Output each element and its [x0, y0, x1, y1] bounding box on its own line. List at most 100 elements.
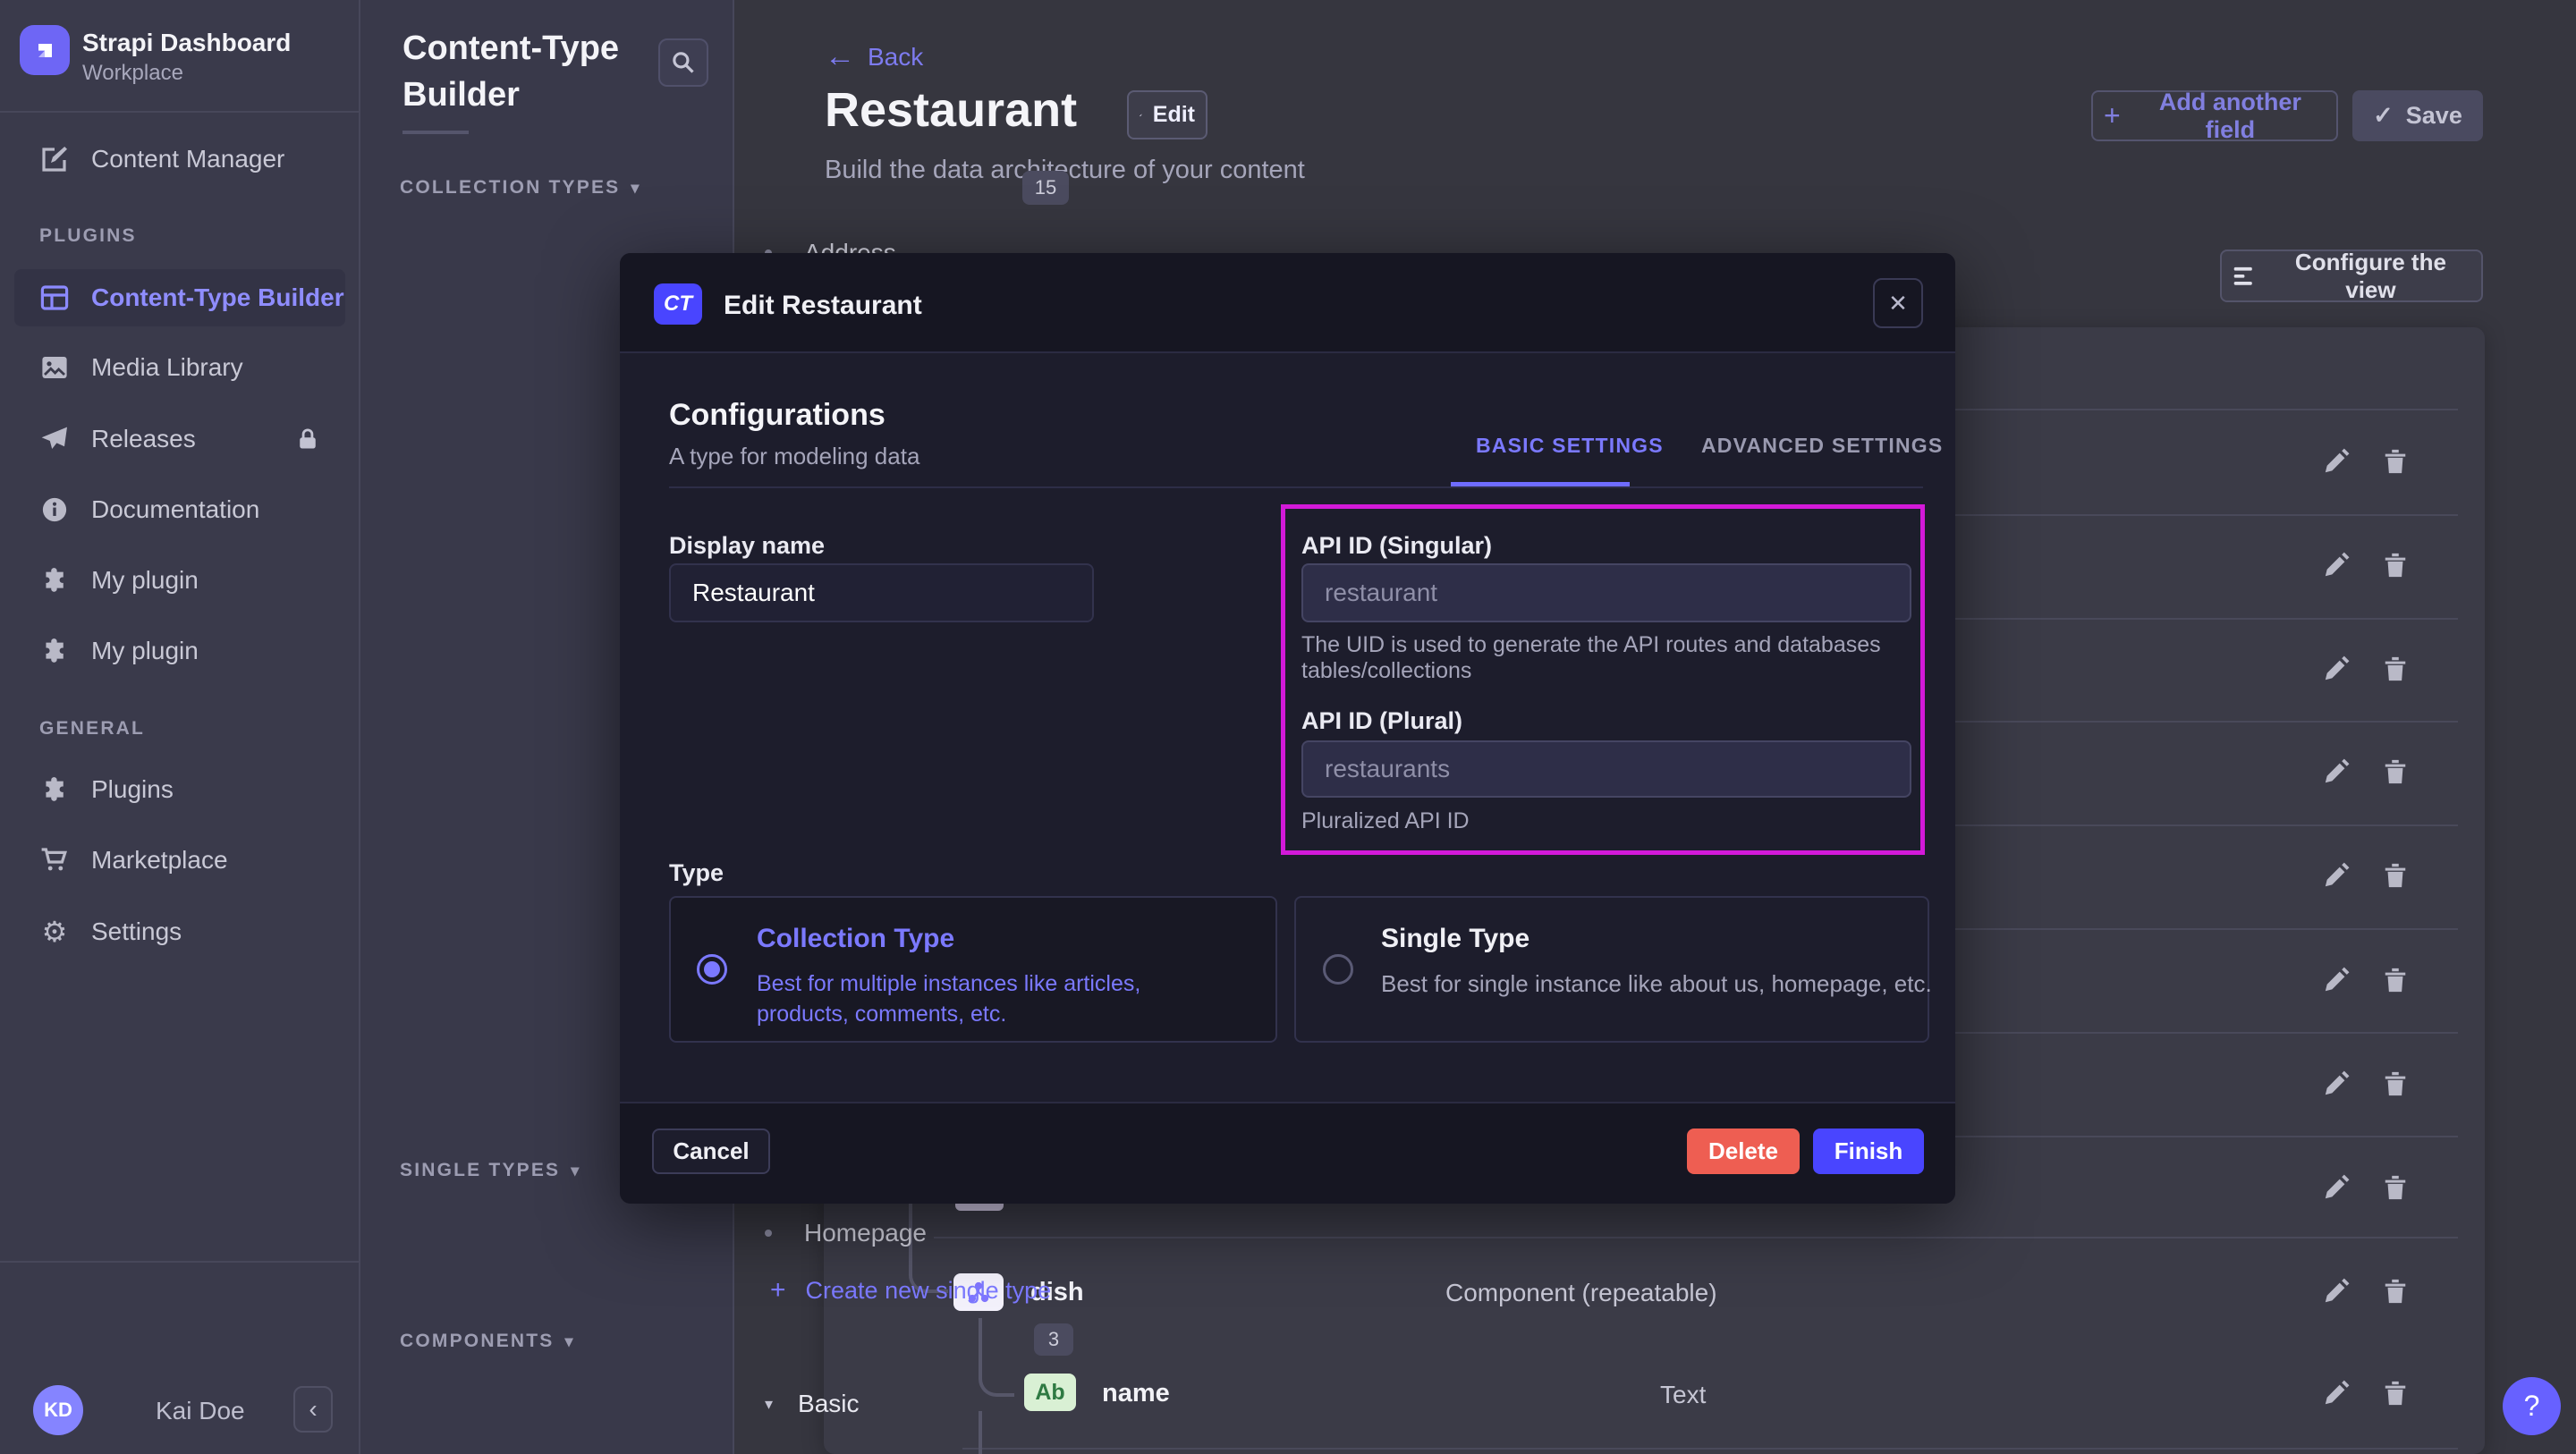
row-actions: [2322, 1277, 2410, 1306]
single-types-header[interactable]: SINGLE TYPES ▾: [400, 1160, 581, 1181]
trash-icon: [2382, 758, 2409, 785]
field-name: name: [1102, 1379, 1170, 1408]
chevron-down-icon: ▾: [571, 1162, 580, 1180]
delete-row-button[interactable]: [2381, 1277, 2410, 1306]
edit-row-button[interactable]: [2322, 655, 2351, 683]
sidebar-item-label: Plugins: [91, 775, 174, 804]
delete-button[interactable]: Delete: [1687, 1129, 1800, 1174]
api-id-singular-input[interactable]: restaurant: [1301, 563, 1911, 622]
delete-row-button[interactable]: [2381, 655, 2410, 683]
help-button[interactable]: ?: [2503, 1377, 2561, 1435]
strapi-logo[interactable]: [20, 25, 70, 75]
sidebar-item-media-library[interactable]: Media Library: [14, 339, 345, 396]
single-type-radio[interactable]: [1323, 954, 1353, 985]
sidebar-item-basic-group[interactable]: ▾ Basic: [765, 1382, 1087, 1425]
sidebar-item-documentation[interactable]: Documentation: [14, 481, 345, 538]
active-tab-underline: [1451, 482, 1630, 486]
add-another-field-button[interactable]: + Add another field: [2091, 90, 2338, 141]
modal-header: CT Edit Restaurant ✕: [620, 253, 1955, 353]
delete-row-button[interactable]: [2381, 1379, 2410, 1408]
paper-plane-icon: [39, 426, 70, 452]
edit-row-button[interactable]: [2322, 447, 2351, 476]
back-label: Back: [868, 43, 923, 72]
tab-advanced-settings[interactable]: ADVANCED SETTINGS: [1701, 434, 1943, 458]
trash-icon: [2382, 1278, 2409, 1305]
sidebar-item-settings[interactable]: ⚙ Settings: [14, 903, 345, 960]
tabs-divider: [669, 486, 1923, 488]
edit-row-button[interactable]: [2322, 1379, 2351, 1408]
edit-row-button[interactable]: [2322, 966, 2351, 994]
collection-type-desc: Best for multiple instances like article…: [757, 968, 1231, 1029]
display-name-input[interactable]: Restaurant: [669, 563, 1094, 622]
delete-row-button[interactable]: [2381, 966, 2410, 994]
row-actions: [2322, 1379, 2410, 1408]
workspace-subtitle: Workplace: [82, 61, 183, 86]
sidebar-item-label: My plugin: [91, 566, 199, 595]
edit-row-button[interactable]: [2322, 1277, 2351, 1306]
edit-button[interactable]: Edit: [1127, 90, 1208, 139]
create-single-type-link[interactable]: + Create new single type: [770, 1275, 1051, 1306]
field-type: Text: [1660, 1381, 1706, 1409]
components-count-badge: 3: [1034, 1323, 1073, 1356]
save-button[interactable]: ✓ Save: [2352, 90, 2483, 141]
edit-row-button[interactable]: [2322, 757, 2351, 786]
sidebar-item-releases[interactable]: Releases: [14, 410, 345, 468]
pencil-icon: [2323, 1070, 2350, 1097]
api-id-plural-input[interactable]: restaurants: [1301, 740, 1911, 798]
delete-row-button[interactable]: [2381, 1173, 2410, 1202]
delete-row-button[interactable]: [2381, 1069, 2410, 1098]
sidebar-item-content-type-builder[interactable]: Content-Type Builder: [14, 269, 345, 326]
pencil-icon: [2323, 655, 2350, 682]
avatar[interactable]: KD: [33, 1385, 83, 1435]
components-label: COMPONENTS: [400, 1331, 555, 1352]
configure-view-button[interactable]: Configure the view: [2220, 249, 2483, 302]
plus-icon: +: [2104, 99, 2121, 132]
components-header[interactable]: COMPONENTS ▾: [400, 1331, 575, 1352]
sidebar-bottom-divider: [0, 1261, 360, 1263]
strapi-logo-icon: [30, 36, 59, 64]
finish-button[interactable]: Finish: [1813, 1129, 1924, 1174]
delete-row-button[interactable]: [2381, 551, 2410, 579]
table-divider: [934, 1237, 2458, 1238]
api-id-plural-hint: Pluralized API ID: [1301, 808, 1470, 834]
delete-row-button[interactable]: [2381, 861, 2410, 890]
table-row: [2322, 966, 2410, 994]
close-icon: ✕: [1888, 290, 1908, 317]
edit-row-button[interactable]: [2322, 1173, 2351, 1202]
single-type-title: Single Type: [1381, 924, 1530, 954]
collection-types-header[interactable]: COLLECTION TYPES ▾: [400, 177, 641, 199]
table-row: [2322, 757, 2410, 786]
puzzle-icon: [39, 567, 70, 594]
search-button[interactable]: [658, 38, 708, 87]
sidebar-item-plugins[interactable]: Plugins: [14, 761, 345, 818]
collection-type-radio[interactable]: [697, 954, 727, 985]
back-link[interactable]: ← Back: [825, 39, 923, 74]
trash-icon: [2382, 1380, 2409, 1407]
sidebar-item-content-manager[interactable]: Content Manager: [14, 131, 345, 188]
collapse-sidebar-button[interactable]: ‹: [293, 1386, 333, 1433]
user-name: Kai Doe: [156, 1397, 245, 1425]
delete-row-button[interactable]: [2381, 757, 2410, 786]
edit-row-button[interactable]: [2322, 551, 2351, 579]
chevron-down-icon: ▾: [765, 1395, 773, 1414]
close-modal-button[interactable]: ✕: [1873, 278, 1923, 328]
workspace-title: Strapi Dashboard: [82, 29, 291, 57]
table-divider: [962, 1448, 2458, 1450]
edit-row-button[interactable]: [2322, 861, 2351, 890]
sidebar-item-label: Settings: [91, 917, 182, 946]
delete-row-button[interactable]: [2381, 447, 2410, 476]
sidebar-item-homepage[interactable]: Homepage: [765, 1212, 1087, 1255]
edit-row-button[interactable]: [2322, 1069, 2351, 1098]
sidebar-item-marketplace[interactable]: Marketplace: [14, 832, 345, 889]
sidebar-item-my-plugin-2[interactable]: My plugin: [14, 622, 345, 680]
tab-basic-settings[interactable]: BASIC SETTINGS: [1476, 434, 1664, 458]
info-icon: [39, 496, 70, 523]
write-icon: [39, 145, 70, 173]
sidebar-divider: [0, 111, 360, 113]
pencil-icon: [2323, 1174, 2350, 1201]
sidebar-item-my-plugin-1[interactable]: My plugin: [14, 552, 345, 609]
filter-lines-icon: [2233, 264, 2257, 289]
cancel-button[interactable]: Cancel: [652, 1129, 770, 1174]
plugins-section-header: PLUGINS: [39, 225, 137, 247]
sidebar-item-label: My plugin: [91, 637, 199, 665]
